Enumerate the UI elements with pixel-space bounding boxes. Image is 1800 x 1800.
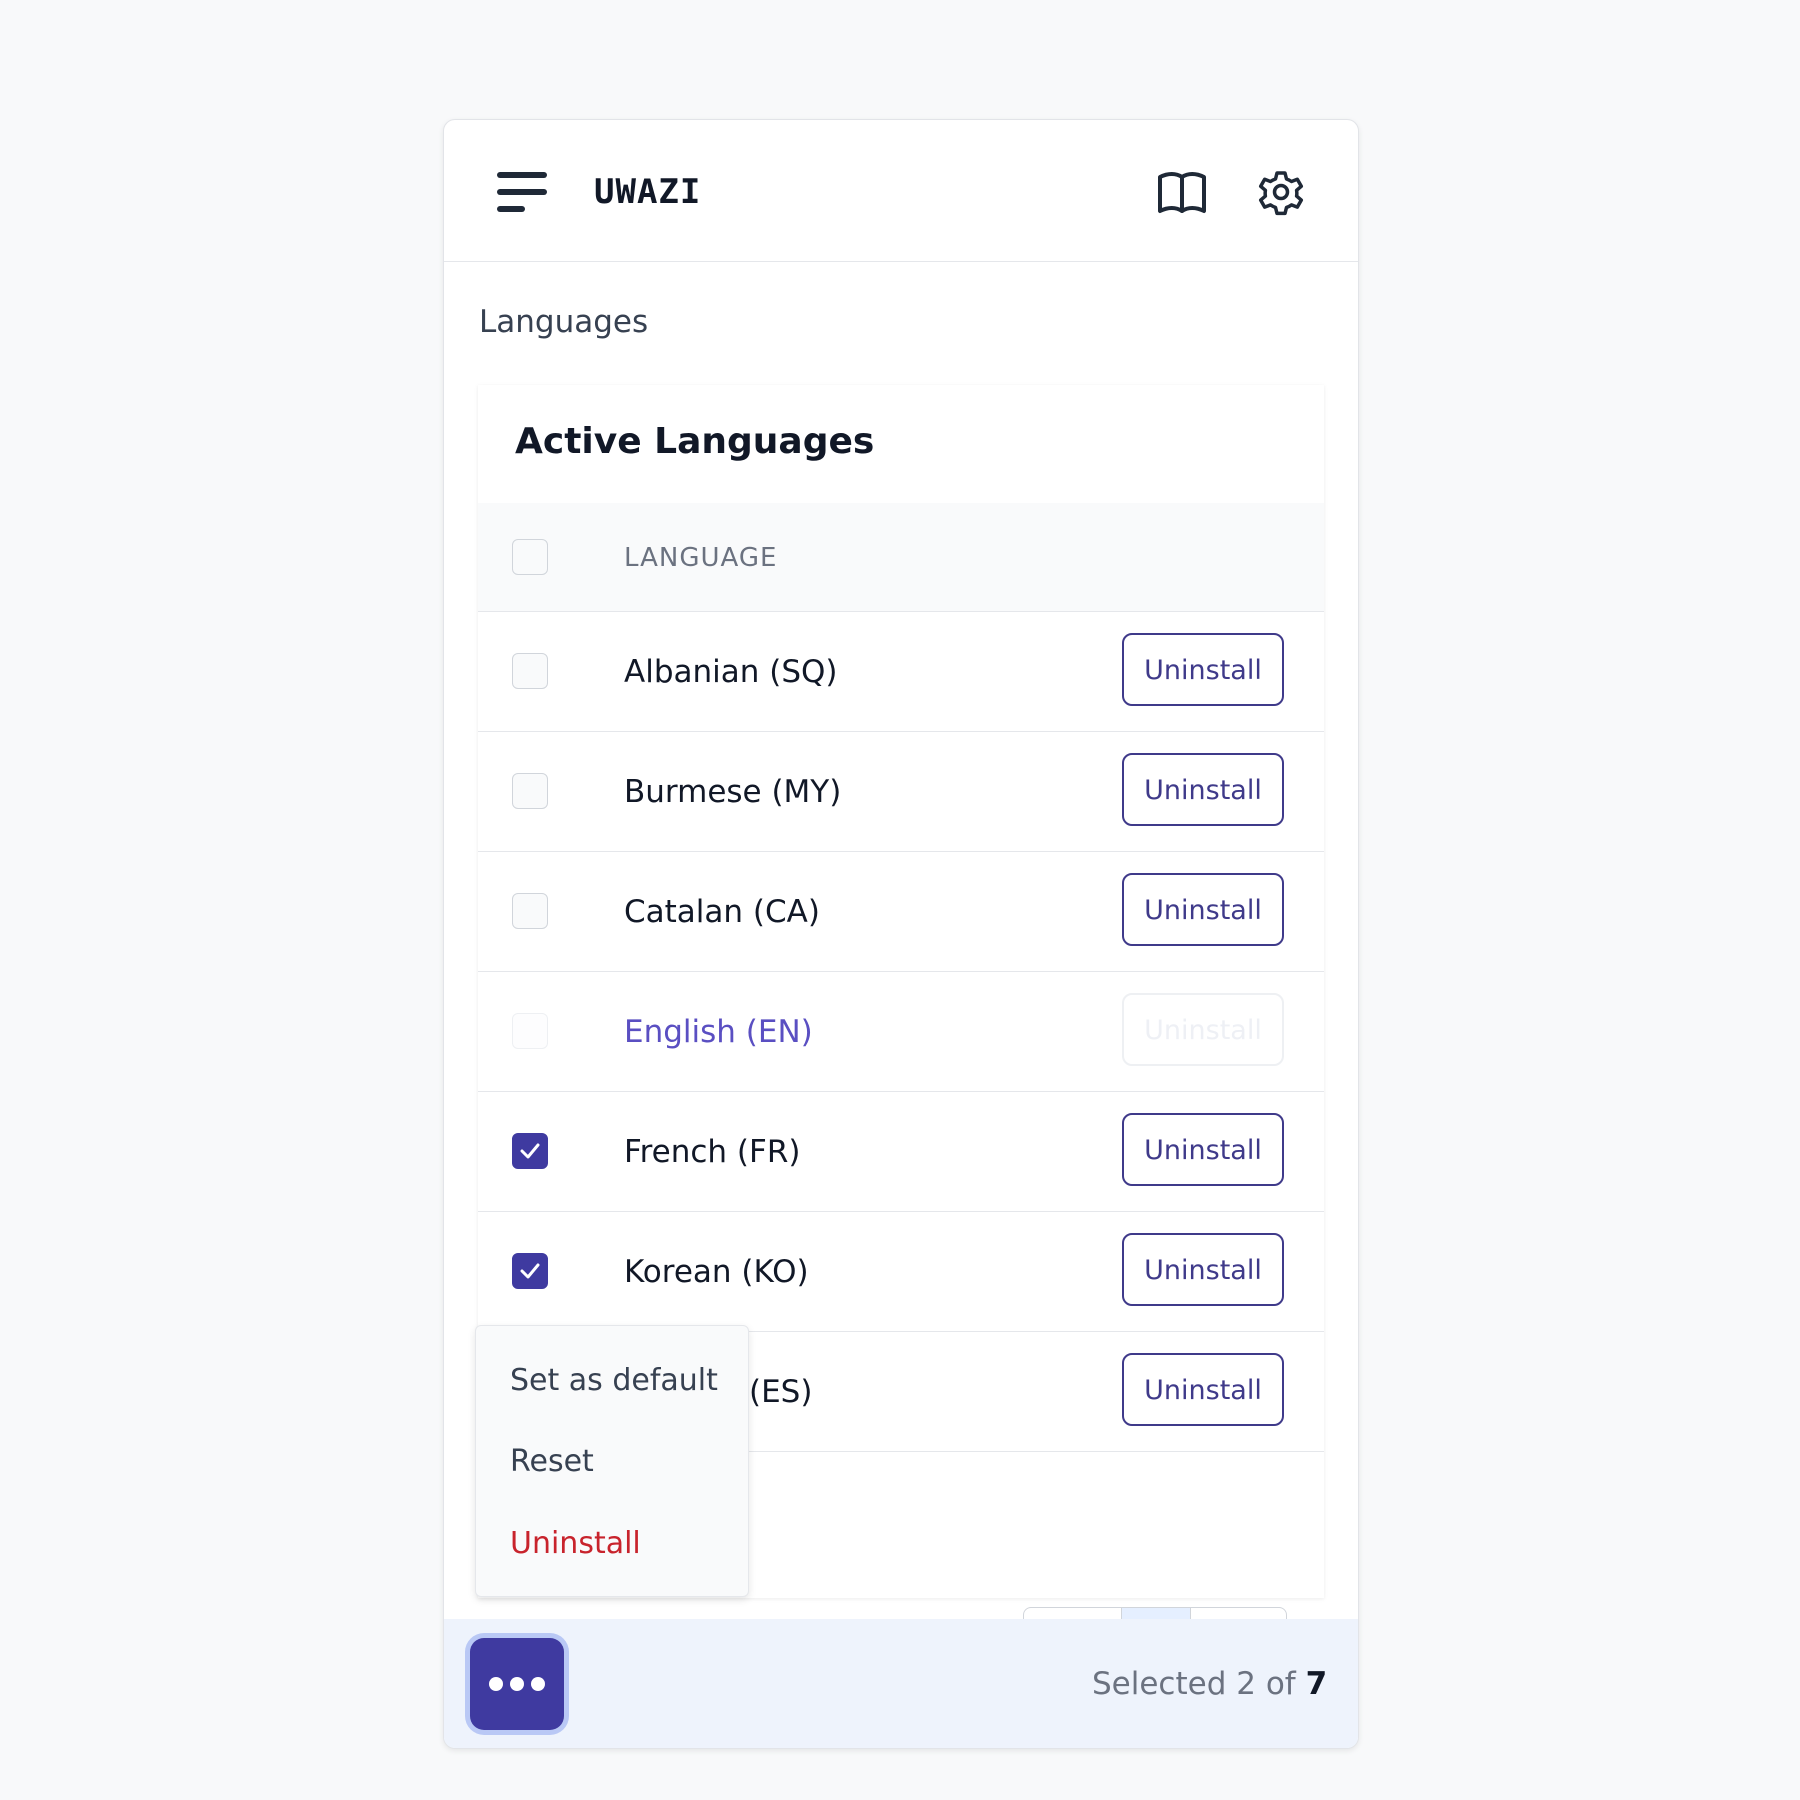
language-name: Albanian (SQ) — [624, 654, 838, 690]
row-checkbox[interactable] — [512, 773, 548, 809]
uninstall-button[interactable]: Uninstall — [1122, 1113, 1284, 1186]
row-checkbox-checked[interactable] — [512, 1133, 548, 1169]
menu-item-set-as-default[interactable]: Set as default — [510, 1363, 718, 1398]
selection-footer: Selected 2 of 7 — [444, 1619, 1358, 1748]
more-actions-button[interactable] — [470, 1638, 564, 1730]
gear-icon[interactable] — [1254, 165, 1308, 219]
selection-count: Selected 2 of 7 — [1092, 1666, 1327, 1702]
language-name: (ES) — [749, 1374, 813, 1410]
table-row: Albanian (SQ) Uninstall — [478, 612, 1324, 732]
breadcrumb: Languages — [479, 304, 649, 340]
language-name: Korean (KO) — [624, 1254, 809, 1290]
selection-total: 7 — [1305, 1666, 1328, 1702]
uninstall-button[interactable]: Uninstall — [1122, 1233, 1284, 1306]
checkmark-icon — [520, 1143, 540, 1159]
more-dots-icon — [489, 1677, 545, 1691]
row-checkbox[interactable] — [512, 653, 548, 689]
table-header: LANGUAGE — [478, 503, 1324, 612]
uninstall-button[interactable]: Uninstall — [1122, 873, 1284, 946]
language-name: French (FR) — [624, 1134, 801, 1170]
actions-dropdown-menu: Set as default Reset Uninstall — [475, 1325, 749, 1597]
checkmark-icon — [520, 1263, 540, 1279]
language-name-default: English (EN) — [624, 1014, 813, 1050]
selection-count-prefix: Selected 2 of — [1092, 1666, 1296, 1702]
row-checkbox-checked[interactable] — [512, 1253, 548, 1289]
table-row: French (FR) Uninstall — [478, 1092, 1324, 1212]
panel-title: Active Languages — [515, 421, 875, 462]
column-header-language: LANGUAGE — [624, 543, 778, 573]
uninstall-button[interactable]: Uninstall — [1122, 1353, 1284, 1426]
app-title: UWAZI — [594, 172, 702, 212]
row-checkbox-disabled — [512, 1013, 548, 1049]
top-navigation-bar: UWAZI — [444, 120, 1358, 262]
table-row-default: English (EN) Uninstall — [478, 972, 1324, 1092]
table-row: Catalan (CA) Uninstall — [478, 852, 1324, 972]
language-name: Catalan (CA) — [624, 894, 820, 930]
language-name: Burmese (MY) — [624, 774, 842, 810]
row-checkbox[interactable] — [512, 893, 548, 929]
book-icon[interactable] — [1156, 167, 1208, 219]
select-all-checkbox[interactable] — [512, 539, 548, 575]
uninstall-button[interactable]: Uninstall — [1122, 633, 1284, 706]
menu-item-reset[interactable]: Reset — [510, 1444, 594, 1479]
menu-icon[interactable] — [497, 170, 549, 216]
menu-item-uninstall[interactable]: Uninstall — [510, 1526, 641, 1561]
uninstall-button[interactable]: Uninstall — [1122, 753, 1284, 826]
table-row: Korean (KO) Uninstall — [478, 1212, 1324, 1332]
uninstall-button-disabled: Uninstall — [1122, 993, 1284, 1066]
table-row: Burmese (MY) Uninstall — [478, 732, 1324, 852]
